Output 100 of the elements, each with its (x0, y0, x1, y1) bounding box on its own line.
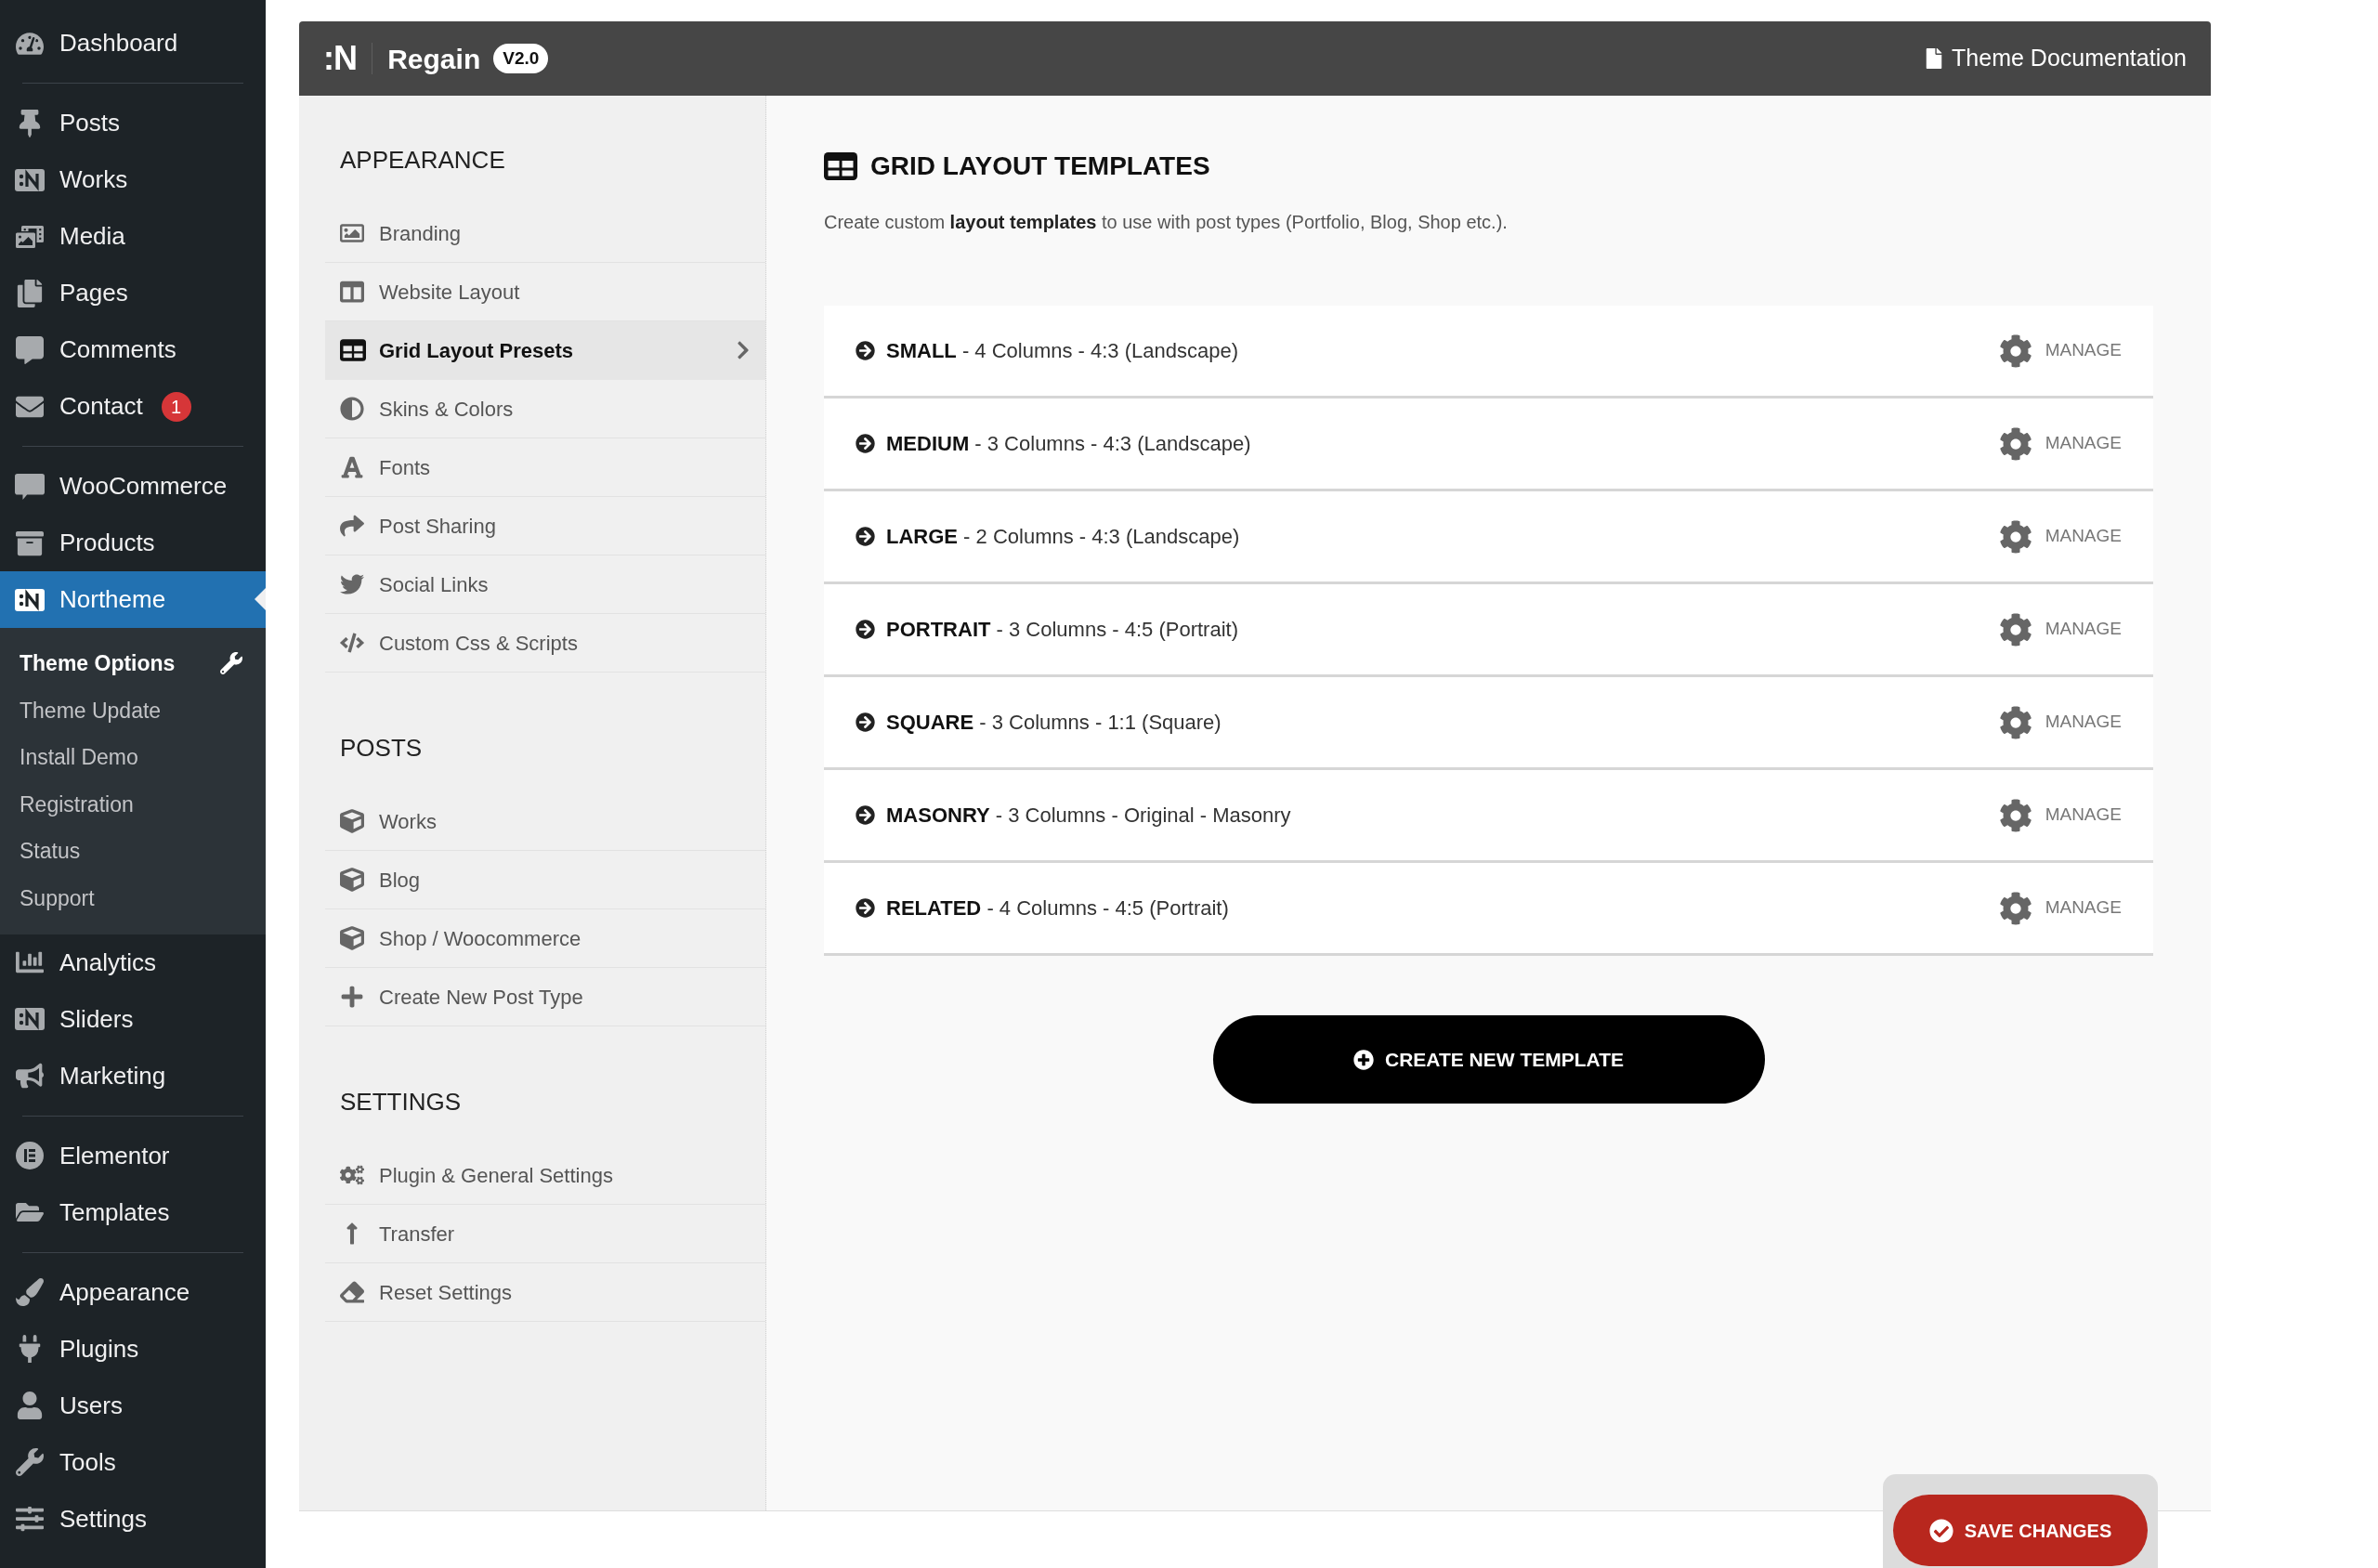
sliders-icon (16, 1505, 44, 1534)
eraser-icon (340, 1280, 364, 1304)
submenu-item[interactable]: Registration (0, 780, 266, 829)
submenu-item[interactable]: Install Demo (0, 734, 266, 781)
gear-icon (1998, 333, 2032, 368)
menu-item[interactable]: Settings (0, 1490, 266, 1548)
gear-icon (1998, 426, 2032, 461)
gears-icon (340, 1165, 364, 1185)
grid-icon (824, 152, 857, 180)
menu-item[interactable]: Northeme (0, 571, 266, 628)
nav-item[interactable]: Blog (325, 851, 765, 909)
menu-item[interactable]: WooCommerce (0, 458, 266, 515)
contrast-icon (340, 397, 364, 421)
nav-item[interactable]: Transfer (325, 1205, 765, 1263)
elementor-icon (16, 1142, 44, 1170)
nav-item[interactable]: Works (325, 792, 765, 851)
menu-item[interactable]: Dashboard (0, 15, 266, 72)
menu-item[interactable]: Works (0, 151, 266, 208)
shop-bubble-icon (15, 472, 45, 501)
menu-item[interactable]: Tools (0, 1433, 266, 1491)
font-icon (340, 455, 364, 479)
manage-link[interactable]: MANAGE (1998, 798, 2122, 832)
nav-item[interactable]: Skins & Colors (325, 380, 765, 438)
megaphone-icon (16, 1062, 44, 1091)
submenu-item[interactable]: Theme Options (0, 640, 266, 687)
menu-item[interactable]: Media (0, 208, 266, 265)
manage-link[interactable]: MANAGE (1998, 519, 2122, 554)
pointer-triangle (255, 588, 266, 610)
menu-item[interactable]: Posts (0, 95, 266, 151)
create-template-button[interactable]: CREATE NEW TEMPLATE (1212, 1015, 1765, 1104)
logo-icon (15, 168, 45, 191)
menu-item[interactable]: Elementor (0, 1127, 266, 1184)
documentation-link[interactable]: Theme Documentation (1926, 41, 2187, 76)
menu-item[interactable]: Plugins (0, 1320, 266, 1378)
nav-item[interactable]: Custom Css & Scripts (325, 614, 765, 673)
pages-icon (16, 279, 44, 307)
template-label: PORTRAIT - 3 Columns - 4:5 (Portrait) (886, 617, 1238, 643)
columns-icon (340, 280, 364, 304)
manage-link[interactable]: MANAGE (1998, 612, 2122, 647)
section-heading: APPEARANCE (339, 145, 506, 176)
version-badge: V2.0 (493, 43, 549, 74)
nav-item[interactable]: Social Links (325, 555, 765, 614)
menu-item[interactable]: Products (0, 515, 266, 571)
wrench-icon (16, 1448, 44, 1477)
menu-item[interactable]: Templates (0, 1183, 266, 1241)
grid-icon (340, 339, 366, 361)
template-label: MEDIUM - 3 Columns - 4:3 (Landscape) (886, 431, 1251, 457)
share-icon (340, 514, 364, 538)
nav-item[interactable]: Fonts (325, 438, 765, 497)
submenu-item[interactable]: Support (0, 874, 266, 922)
comment-icon (16, 335, 44, 364)
nav-item[interactable]: Create New Post Type (325, 968, 765, 1026)
template-label: MASONRY - 3 Columns - Original - Masonry (886, 803, 1291, 829)
menu-item[interactable]: Pages (0, 265, 266, 321)
cube-icon (340, 809, 364, 833)
brand-logo: :N (323, 42, 358, 75)
logo-icon (15, 1008, 45, 1031)
count-badge: 1 (161, 391, 191, 422)
section-heading: POSTS (339, 733, 424, 764)
bird-icon (340, 572, 364, 596)
wrench-icon (220, 652, 242, 675)
menu-item[interactable]: Marketing (0, 1047, 266, 1104)
nav-item[interactable]: Plugin & General Settings (325, 1146, 765, 1205)
menu-item[interactable]: Sliders (0, 990, 266, 1048)
box-icon (16, 529, 44, 557)
manage-link[interactable]: MANAGE (1998, 705, 2122, 739)
gear-icon (1998, 891, 2032, 925)
code-icon (340, 633, 364, 653)
page-description: Create custom layout templates to use with post types (Portfolio, Blog, Shop etc.). (824, 211, 1509, 234)
nav-item[interactable]: Reset Settings (325, 1263, 765, 1322)
menu-item[interactable]: Comments (0, 321, 266, 378)
manage-link[interactable]: MANAGE (1998, 333, 2122, 368)
manage-link[interactable]: MANAGE (1998, 426, 2122, 461)
gear-icon (1998, 519, 2032, 554)
cube-icon (340, 868, 364, 892)
section-heading: SETTINGS (339, 1087, 462, 1117)
document-icon (1926, 48, 1943, 69)
save-button[interactable]: SAVE CHANGES (1893, 1495, 2148, 1566)
submenu-item[interactable]: Status (0, 828, 266, 875)
submenu-item[interactable]: Theme Update (0, 686, 266, 735)
manage-link[interactable]: MANAGE (1998, 891, 2122, 925)
menu-item[interactable]: Analytics (0, 934, 266, 991)
gear-icon (1998, 705, 2032, 739)
template-label: SQUARE - 3 Columns - 1:1 (Square) (886, 710, 1222, 736)
menu-item[interactable]: Users (0, 1377, 266, 1434)
template-label: SMALL - 4 Columns - 4:3 (Landscape) (886, 338, 1239, 364)
image-icon (340, 221, 364, 245)
menu-item[interactable]: Appearance (0, 1263, 266, 1321)
nav-item[interactable]: Branding (325, 204, 765, 263)
nav-item[interactable]: Shop / Woocommerce (325, 909, 765, 968)
nav-item[interactable]: Post Sharing (325, 497, 765, 555)
template-label: LARGE - 2 Columns - 4:3 (Landscape) (886, 524, 1240, 550)
menu-item[interactable]: Contact 1 (0, 378, 266, 435)
gear-icon (1998, 798, 2032, 832)
chevron-icon (736, 340, 751, 360)
logo-icon (15, 588, 45, 611)
theme-name: Regain (387, 42, 481, 76)
page-title: GRID LAYOUT TEMPLATES (870, 150, 1210, 182)
nav-item[interactable]: Grid Layout Presets (325, 321, 765, 380)
user-icon (16, 1392, 44, 1420)
